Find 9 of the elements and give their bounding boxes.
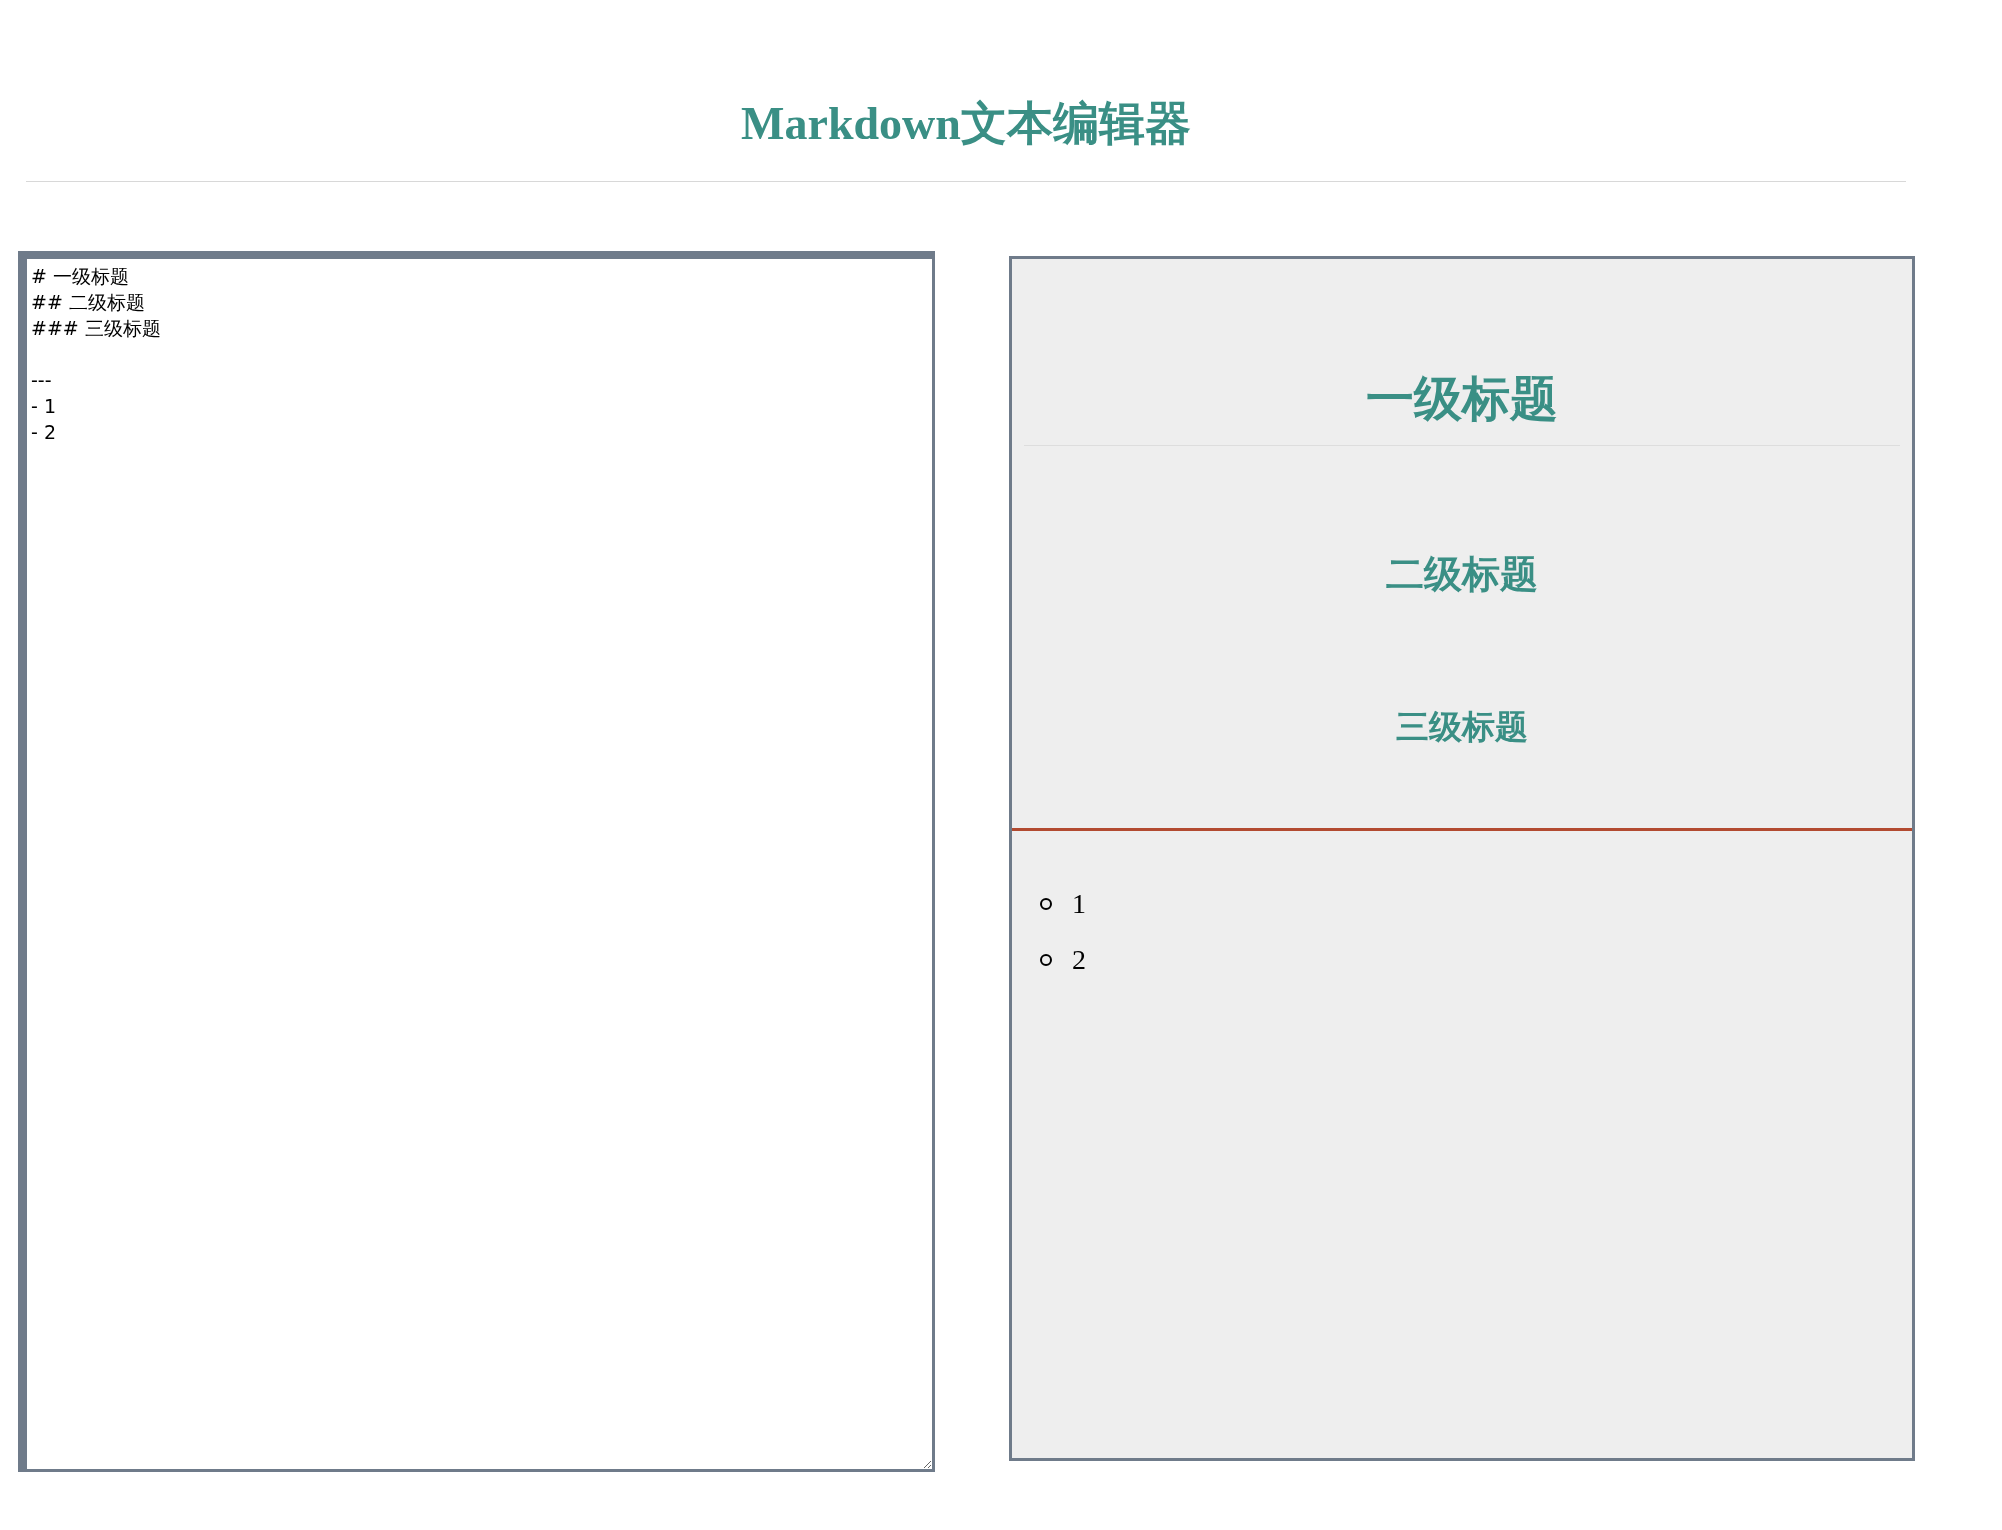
bullet-icon [1040,953,1052,966]
list-item: 2 [1072,942,1086,977]
bullet-icon [1040,897,1052,910]
list-item: 1 [1072,886,1086,921]
heading: 一级标题 [1024,369,1900,446]
heading: 三级标题 [1395,708,1529,747]
input-field[interactable]: # 一级标题 ## 二级标题 ### 三级标题 --- - 1 - 2 [18,251,935,1472]
heading: 二级标题 [1385,552,1539,597]
page-title: Markdown文本编辑器 [741,101,1191,147]
